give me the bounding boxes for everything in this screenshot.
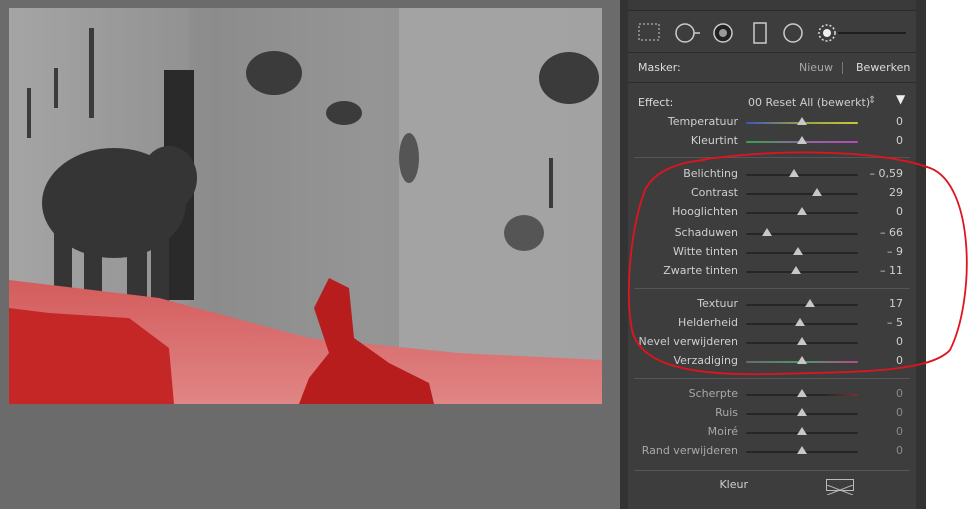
- circle-arrow-icon[interactable]: [674, 22, 702, 48]
- slider-row: Hooglichten 0: [628, 203, 916, 221]
- slider-thumb[interactable]: [797, 207, 807, 215]
- slider-thumb[interactable]: [797, 389, 807, 397]
- slider-thumb[interactable]: [797, 337, 807, 345]
- slider-label: Zwarte tinten: [663, 264, 738, 277]
- slider-value[interactable]: – 11: [880, 264, 903, 277]
- slider-label: Moiré: [707, 425, 738, 438]
- slider-row: Zwarte tinten – 11: [628, 262, 916, 280]
- mask-edit-button[interactable]: Bewerken: [856, 61, 910, 74]
- window-edge: [926, 0, 974, 509]
- slider-value[interactable]: – 9: [887, 245, 903, 258]
- slider-row: Belichting – 0,59: [628, 165, 916, 183]
- mask-edit-panel: Masker: Nieuw Bewerken Effect: 00 Reset …: [628, 0, 932, 509]
- slider-label: Helderheid: [678, 316, 738, 329]
- slider-row: Contrast 29: [628, 184, 916, 202]
- mask-brush-icon[interactable]: [638, 22, 660, 46]
- slider-value[interactable]: 0: [896, 335, 903, 348]
- slider-thumb[interactable]: [794, 318, 805, 326]
- slider-label: Rand verwijderen: [641, 444, 738, 457]
- slider-row: Helderheid – 5: [628, 314, 916, 332]
- slider-thumb[interactable]: [797, 356, 807, 364]
- graduated-filter-icon[interactable]: [752, 22, 768, 48]
- slider-value[interactable]: 0: [896, 354, 903, 367]
- slider-thumb[interactable]: [791, 266, 802, 274]
- divider: [634, 470, 910, 471]
- slider-track[interactable]: [746, 174, 858, 176]
- color-label: Kleur: [719, 478, 748, 491]
- slider-row: Ruis 0: [628, 404, 916, 422]
- slider-thumb[interactable]: [797, 408, 807, 416]
- photo-image: [9, 8, 602, 404]
- mask-label: Masker:: [638, 61, 681, 74]
- slider-label: Hooglichten: [672, 205, 738, 218]
- slider-row: Nevel verwijderen 0: [628, 333, 916, 351]
- slider-value[interactable]: 0: [896, 134, 903, 147]
- develop-panel: Masker: Nieuw Bewerken Effect: 00 Reset …: [620, 0, 932, 509]
- slider-label: Ruis: [715, 406, 738, 419]
- mask-new-button[interactable]: Nieuw: [799, 61, 833, 74]
- mask-toolbar: [628, 12, 916, 53]
- divider: [634, 378, 910, 379]
- slider-value[interactable]: 0: [896, 444, 903, 457]
- slider-label: Textuur: [697, 297, 738, 310]
- slider-track[interactable]: [746, 271, 858, 273]
- slider-thumb[interactable]: [804, 299, 815, 307]
- slider-thumb[interactable]: [789, 169, 800, 177]
- slider-value[interactable]: 17: [889, 297, 903, 310]
- slider-value[interactable]: 0: [896, 387, 903, 400]
- slider-thumb[interactable]: [762, 228, 773, 236]
- slider-row: Verzadiging 0: [628, 352, 916, 370]
- slider-label: Verzadiging: [673, 354, 738, 367]
- slider-track[interactable]: [746, 193, 858, 195]
- slider-value[interactable]: 29: [889, 186, 903, 199]
- color-swatch[interactable]: [826, 479, 854, 496]
- slider-value[interactable]: 0: [896, 406, 903, 419]
- divider: [634, 288, 910, 289]
- slider-value[interactable]: 0: [896, 425, 903, 438]
- effect-label: Effect:: [638, 96, 674, 109]
- slider-label: Schaduwen: [674, 226, 738, 239]
- slider-row: Scherpte 0: [628, 385, 916, 403]
- mask-divider: [842, 62, 843, 74]
- slider-thumb[interactable]: [797, 427, 807, 435]
- circle-icon[interactable]: [782, 22, 804, 48]
- photo-canvas[interactable]: [9, 8, 602, 404]
- slider-row: Textuur 17: [628, 295, 916, 313]
- slider-label: Contrast: [690, 186, 738, 199]
- slider-value[interactable]: 0: [896, 115, 903, 128]
- slider-row: Moiré 0: [628, 423, 916, 441]
- slider-row: Rand verwijderen 0: [628, 442, 916, 460]
- slider-track[interactable]: [746, 304, 858, 306]
- collapse-toggle-icon[interactable]: ▼: [896, 92, 905, 106]
- mask-row: Masker: Nieuw Bewerken: [628, 54, 916, 83]
- effect-stepper-icon[interactable]: ⇕: [868, 95, 876, 106]
- slider-row: Temperatuur 0: [628, 113, 916, 131]
- slider-label: Witte tinten: [673, 245, 738, 258]
- slider-label: Kleurtint: [690, 134, 738, 147]
- slider-thumb[interactable]: [797, 117, 807, 125]
- slider-row: Kleurtint 0: [628, 132, 916, 150]
- slider-value[interactable]: – 5: [887, 316, 903, 329]
- brush-size-icon[interactable]: [816, 22, 908, 48]
- slider-value[interactable]: – 66: [880, 226, 903, 239]
- slider-row: Schaduwen – 66: [628, 224, 916, 242]
- slider-thumb[interactable]: [797, 136, 807, 144]
- slider-thumb[interactable]: [792, 247, 803, 255]
- slider-label: Scherpte: [688, 387, 738, 400]
- slider-value[interactable]: 0: [896, 205, 903, 218]
- radial-filter-icon[interactable]: [712, 22, 734, 48]
- divider: [634, 157, 910, 158]
- slider-label: Temperatuur: [667, 115, 738, 128]
- panel-top-strip: [628, 0, 916, 11]
- slider-thumb[interactable]: [811, 188, 822, 196]
- slider-value[interactable]: – 0,59: [870, 167, 904, 180]
- slider-thumb[interactable]: [797, 446, 807, 454]
- effect-preset-select[interactable]: 00 Reset All (bewerkt): [748, 96, 870, 109]
- slider-row: Witte tinten – 9: [628, 243, 916, 261]
- slider-label: Nevel verwijderen: [638, 335, 738, 348]
- slider-label: Belichting: [683, 167, 738, 180]
